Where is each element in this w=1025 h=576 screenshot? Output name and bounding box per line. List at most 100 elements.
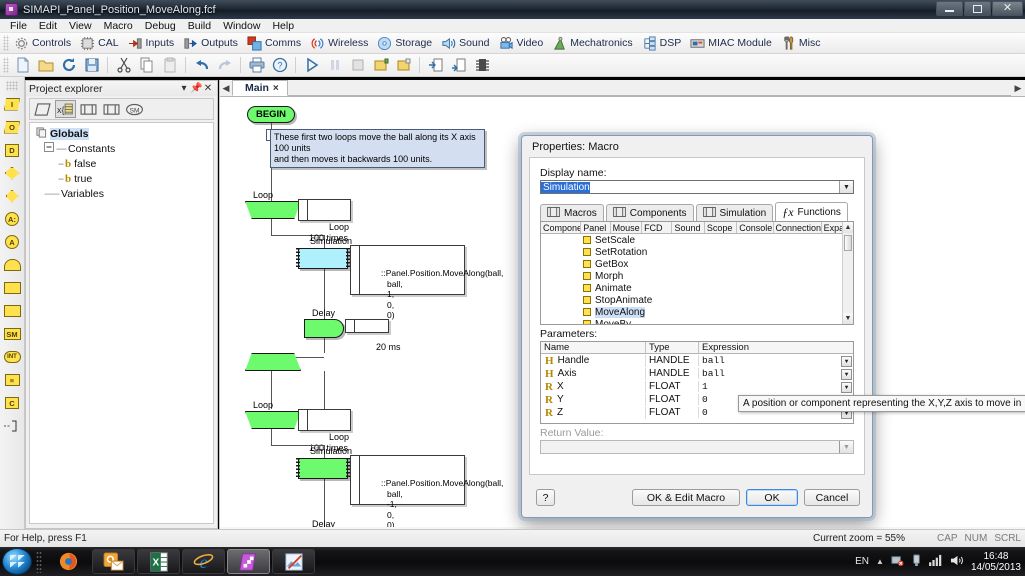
taskbar-firefox[interactable] bbox=[47, 549, 90, 574]
analog-icon[interactable]: A bbox=[2, 231, 23, 253]
scroll-down-icon[interactable]: ▼ bbox=[843, 313, 853, 324]
toolbar-dsp[interactable]: DSP bbox=[639, 34, 688, 53]
flowchart-loop-block-1[interactable] bbox=[245, 201, 301, 219]
toolbar-outputs[interactable]: Outputs bbox=[180, 34, 244, 53]
pin-icon[interactable]: 📌 bbox=[190, 83, 202, 94]
tree-item-constants[interactable]: ---- Constants bbox=[32, 141, 211, 156]
tab-macros[interactable]: Macros bbox=[540, 204, 604, 221]
signal-icon[interactable] bbox=[929, 554, 943, 569]
menu-window[interactable]: Window bbox=[217, 19, 266, 33]
col-connection[interactable]: Connection bbox=[774, 222, 822, 233]
menu-edit[interactable]: Edit bbox=[33, 19, 63, 33]
list-item[interactable]: StopAnimate bbox=[541, 294, 853, 306]
panel-tab[interactable] bbox=[32, 100, 53, 118]
paste-icon[interactable] bbox=[159, 56, 180, 75]
usb-icon[interactable] bbox=[911, 554, 922, 570]
show-hidden-icon[interactable]: ▲ bbox=[876, 557, 884, 566]
chip-program-icon[interactable] bbox=[471, 56, 492, 75]
macro-2-callout[interactable]: ::Panel.Position.MoveAlong(ball, ball, -… bbox=[350, 455, 503, 527]
menu-file[interactable]: File bbox=[4, 19, 33, 33]
flowchart-loop-block-2[interactable] bbox=[245, 411, 301, 429]
param-expression-cell[interactable]: ball ▼ bbox=[699, 355, 853, 367]
chevron-down-icon[interactable]: ▼ bbox=[839, 181, 853, 193]
network-error-icon[interactable] bbox=[891, 554, 904, 570]
loop-icon[interactable] bbox=[2, 254, 23, 276]
chevron-down-icon[interactable]: ▾ bbox=[178, 83, 190, 94]
toolbar-mechatronics[interactable]: Mechatronics bbox=[549, 34, 638, 53]
menu-build[interactable]: Build bbox=[182, 19, 217, 33]
functions-list[interactable]: Component Panel Mouse FCD Sound Scope Co… bbox=[540, 221, 854, 325]
taskbar-excel[interactable]: X bbox=[137, 549, 180, 574]
state-machine-icon[interactable]: SM bbox=[2, 323, 23, 345]
toolbar-cal[interactable]: CAL bbox=[77, 34, 124, 53]
tab-scroll-left-button[interactable]: ◀ bbox=[220, 81, 232, 96]
toolbar-inputs[interactable]: Inputs bbox=[125, 34, 181, 53]
list-item-selected[interactable]: MoveAlong bbox=[541, 306, 853, 318]
connection-point-icon[interactable] bbox=[2, 185, 23, 207]
redo-icon[interactable] bbox=[214, 56, 235, 75]
undo-icon[interactable] bbox=[191, 56, 212, 75]
step-over-icon[interactable] bbox=[448, 56, 469, 75]
c-code-icon[interactable]: C bbox=[2, 392, 23, 414]
col-sound[interactable]: Sound bbox=[672, 222, 705, 233]
macro-1-callout[interactable]: ::Panel.Position.MoveAlong(ball, ball, 1… bbox=[350, 245, 503, 320]
component-macro-icon[interactable] bbox=[2, 300, 23, 322]
toolbar-controls[interactable]: Controls bbox=[11, 34, 77, 53]
param-expression-cell[interactable]: 1 ▼ bbox=[699, 381, 853, 393]
toolbar-grip[interactable] bbox=[3, 35, 9, 51]
compile-to-chip-icon[interactable] bbox=[370, 56, 391, 75]
list-item[interactable]: GetBox bbox=[541, 258, 853, 270]
tool-strip-grip[interactable] bbox=[6, 81, 18, 91]
help-button[interactable]: ? bbox=[536, 489, 555, 506]
flowchart-macro-block-1[interactable] bbox=[296, 247, 350, 270]
table-row[interactable]: H Axis HANDLE ball ▼ bbox=[541, 367, 853, 380]
tree-item-false[interactable]: -- b false bbox=[32, 156, 211, 171]
maximize-button[interactable] bbox=[964, 1, 991, 16]
step-into-icon[interactable] bbox=[425, 56, 446, 75]
tree-item-globals[interactable]: Globals bbox=[32, 126, 211, 141]
new-file-icon[interactable] bbox=[12, 56, 33, 75]
interrupt-icon[interactable]: INT bbox=[2, 346, 23, 368]
param-expression-cell[interactable]: ball ▼ bbox=[699, 368, 853, 380]
taskbar-internet-explorer[interactable]: e bbox=[182, 549, 225, 574]
functions-list-scrollbar[interactable]: ▲ ▼ bbox=[842, 222, 853, 324]
components-tab[interactable] bbox=[101, 100, 122, 118]
tab-close-icon[interactable]: × bbox=[273, 83, 279, 94]
table-row[interactable]: H Handle HANDLE ball ▼ bbox=[541, 354, 853, 367]
col-fcd[interactable]: FCD bbox=[642, 222, 673, 233]
minimize-button[interactable] bbox=[936, 1, 963, 16]
compile-to-hex-icon[interactable] bbox=[393, 56, 414, 75]
toolbar-misc[interactable]: Misc bbox=[778, 34, 827, 53]
variables-tab[interactable]: x{ bbox=[55, 100, 76, 118]
toolbar-wireless[interactable]: Wireless bbox=[307, 34, 374, 53]
help-icon[interactable]: ? bbox=[269, 56, 290, 75]
list-item[interactable]: SetRotation bbox=[541, 246, 853, 258]
decision-icon[interactable] bbox=[2, 162, 23, 184]
toolbar-miac-module[interactable]: MIAC Module bbox=[687, 34, 778, 53]
tab-simulation[interactable]: Simulation bbox=[695, 204, 774, 221]
toolbar-comms[interactable]: Comms bbox=[244, 34, 307, 53]
cut-icon[interactable] bbox=[113, 56, 134, 75]
col-component[interactable]: Component bbox=[541, 222, 582, 233]
chevron-down-icon[interactable]: ▼ bbox=[839, 441, 853, 453]
chevron-down-icon[interactable]: ▼ bbox=[841, 369, 852, 380]
chevron-down-icon[interactable]: ▼ bbox=[841, 356, 852, 367]
flowchart-delay-block-1[interactable] bbox=[304, 319, 344, 338]
taskbar-clock[interactable]: 16:48 14/05/2013 bbox=[971, 551, 1021, 573]
col-mouse[interactable]: Mouse bbox=[611, 222, 643, 233]
input-icon[interactable]: I bbox=[2, 93, 23, 115]
open-folder-icon[interactable] bbox=[35, 56, 56, 75]
taskbar-flowcode[interactable] bbox=[227, 549, 270, 574]
col-panel[interactable]: Panel bbox=[581, 222, 611, 233]
properties-dialog[interactable]: Properties: Macro Display name: Simulati… bbox=[521, 135, 873, 518]
stop-icon[interactable] bbox=[347, 56, 368, 75]
display-name-combo[interactable]: Simulation ▼ bbox=[540, 180, 854, 194]
table-row[interactable]: R X FLOAT 1 ▼ bbox=[541, 380, 853, 393]
tab-functions[interactable]: ƒx Functions bbox=[775, 202, 848, 221]
ok-edit-macro-button[interactable]: OK & Edit Macro bbox=[632, 489, 740, 506]
volume-icon[interactable] bbox=[950, 554, 964, 570]
flowchart-comment[interactable]: These first two loops move the ball alon… bbox=[270, 129, 485, 168]
copy-icon[interactable] bbox=[136, 56, 157, 75]
delay-icon[interactable]: D bbox=[2, 139, 23, 161]
run-icon[interactable] bbox=[301, 56, 322, 75]
